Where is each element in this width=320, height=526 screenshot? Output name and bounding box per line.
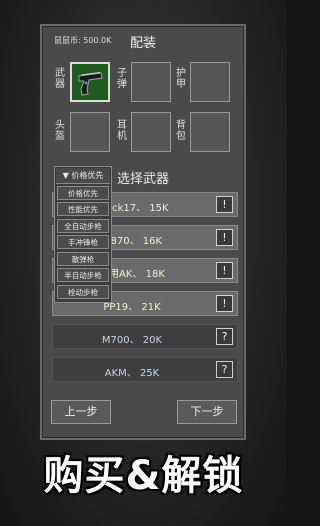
prev-step-button[interactable]: 上一步 xyxy=(51,400,111,424)
weapon-slot[interactable] xyxy=(70,62,110,102)
weapon-name: AKM、 25K xyxy=(104,368,160,379)
unlock-badge[interactable]: ! xyxy=(216,295,233,312)
ammo-slot-label: 子弹 xyxy=(117,68,127,90)
helmet-slot-label: 头盔 xyxy=(55,120,65,142)
weapon-button-m700[interactable]: M700、 20K ? xyxy=(52,324,238,349)
ammo-slot[interactable] xyxy=(131,62,171,102)
pistol-icon xyxy=(78,72,103,96)
panel-title: 配装 xyxy=(130,36,157,51)
unlock-badge[interactable]: ! xyxy=(216,196,233,213)
backpack-slot[interactable] xyxy=(190,112,230,152)
currency-readout: 鼠鼠币: 500.0K xyxy=(54,36,112,45)
weapon-button-akm[interactable]: AKM、 25K ? xyxy=(52,357,238,382)
headset-slot[interactable] xyxy=(131,112,171,152)
sort-dropdown: ▼ 价格优先 价格优先 性能优先 全自动步枪 手冲锋枪 散弹枪 半自动步枪 栓动… xyxy=(54,166,112,303)
sort-option-shotgun[interactable]: 散弹枪 xyxy=(57,252,109,266)
locked-badge[interactable]: ? xyxy=(216,328,233,345)
armor-slot[interactable] xyxy=(190,62,230,102)
sort-option-full-auto-rifle[interactable]: 全自动步枪 xyxy=(57,219,109,233)
weapon-slot-label: 武器 xyxy=(55,68,65,90)
armor-slot-label: 护甲 xyxy=(176,68,186,90)
next-step-button[interactable]: 下一步 xyxy=(177,400,237,424)
game-screen: 鼠鼠币: 500.0K 配装 武器 子弹 护甲 头盔 耳机 背包 选择武器 Gl… xyxy=(0,0,287,526)
sort-option-performance[interactable]: 性能优先 xyxy=(57,202,109,216)
locked-badge[interactable]: ? xyxy=(216,361,233,378)
sort-option-semi-auto-rifle[interactable]: 半自动步枪 xyxy=(57,268,109,282)
select-weapon-title: 选择武器 xyxy=(117,172,170,187)
promo-caption: 购买&解锁 xyxy=(43,453,244,499)
unlock-badge[interactable]: ! xyxy=(216,229,233,246)
sort-dropdown-toggle[interactable]: ▼ 价格优先 xyxy=(56,168,110,184)
backpack-slot-label: 背包 xyxy=(176,120,186,142)
sort-option-smg[interactable]: 手冲锋枪 xyxy=(57,235,109,249)
loadout-panel: 鼠鼠币: 500.0K 配装 武器 子弹 护甲 头盔 耳机 背包 选择武器 Gl… xyxy=(40,24,246,440)
sort-option-bolt-action-rifle[interactable]: 栓动步枪 xyxy=(57,285,109,299)
weapon-name: M700、 20K xyxy=(101,335,163,346)
unlock-badge[interactable]: ! xyxy=(216,262,233,279)
headset-slot-label: 耳机 xyxy=(117,120,127,142)
sort-option-price[interactable]: 价格优先 xyxy=(57,186,109,200)
helmet-slot[interactable] xyxy=(70,112,110,152)
